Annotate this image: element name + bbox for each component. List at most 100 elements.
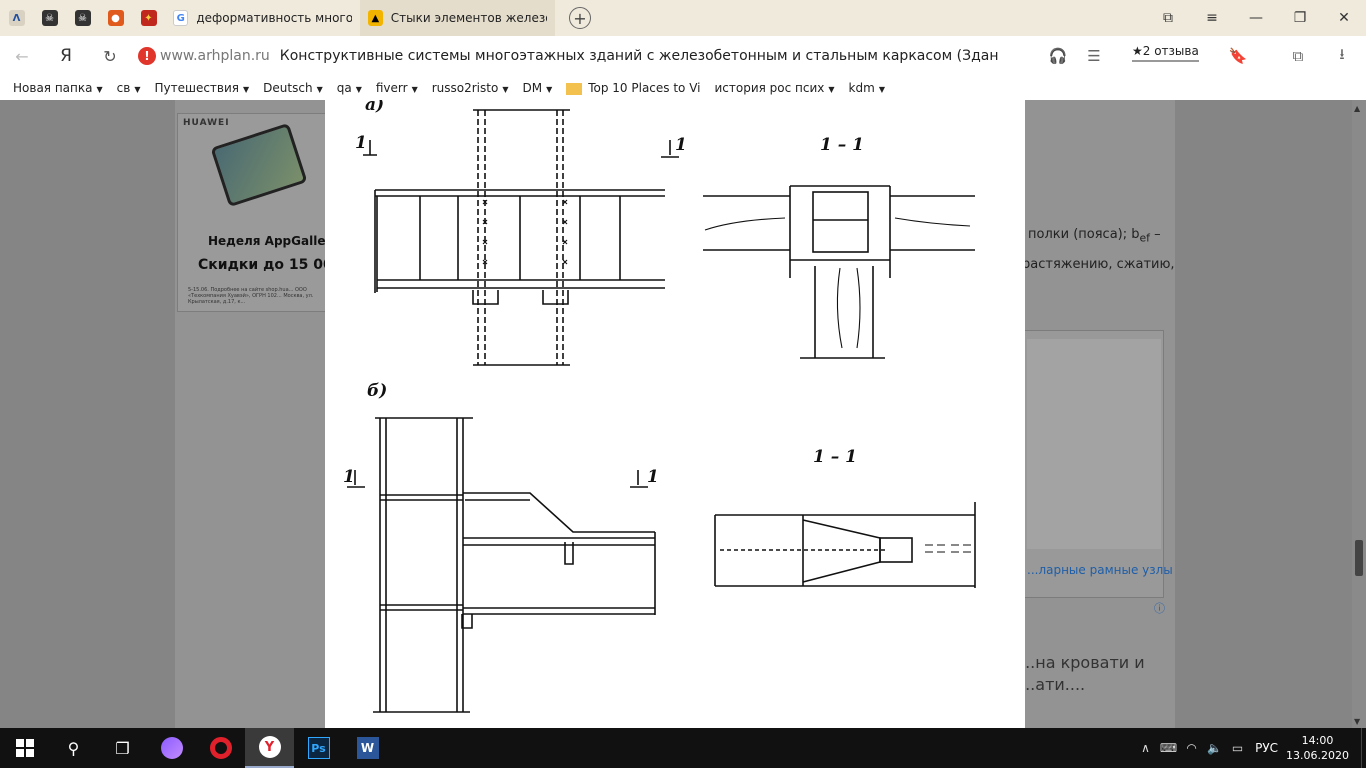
scroll-up-arrow-icon[interactable]: ▲: [1354, 104, 1360, 113]
bookmark-label: Новая папка: [13, 81, 93, 95]
bookmarks-tab-icon[interactable]: ⧉: [1146, 0, 1190, 36]
pinned-tab-4[interactable]: ●: [99, 0, 132, 36]
tab-title: Стыки элементов железоб: [390, 11, 547, 25]
info-icon[interactable]: ⓘ: [1154, 600, 1165, 616]
bookmark-folder-kdm[interactable]: kdm ▼: [844, 81, 890, 95]
opera-icon[interactable]: [196, 728, 245, 768]
reviews-link[interactable]: ★2 отзыва: [1132, 44, 1199, 62]
pinned-tab-3[interactable]: ☠: [66, 0, 99, 36]
cut-mark: 1: [675, 135, 687, 155]
bookmark-label: Путешествия: [154, 81, 240, 95]
url-host[interactable]: www.arhplan.ru: [160, 48, 270, 64]
tablet-image: [210, 122, 308, 208]
page-title[interactable]: Конструктивные системы многоэтажных здан…: [280, 48, 1000, 64]
minimize-button[interactable]: —: [1234, 0, 1278, 36]
bookmark-folder-travel[interactable]: Путешествия ▼: [149, 81, 254, 95]
clock[interactable]: 14:00 13.06.2020: [1286, 733, 1349, 763]
bookmark-folder-qa[interactable]: qa ▼: [332, 81, 367, 95]
scroll-down-arrow-icon[interactable]: ▼: [1354, 717, 1360, 726]
headphones-icon[interactable]: 🎧: [1040, 36, 1076, 76]
tab-title: деформативность многоэ: [196, 11, 352, 25]
bookmark-label: DM: [522, 81, 543, 95]
bookmark-folder-history[interactable]: история рос псих ▼: [709, 81, 839, 95]
section-label: 1 – 1: [813, 447, 857, 467]
bookmark-icon[interactable]: 🔖: [1220, 36, 1256, 76]
cut-mark: 1: [647, 467, 659, 487]
collections-icon[interactable]: ⧉: [1280, 36, 1316, 76]
tab-google-search[interactable]: G деформативность многоэ: [165, 0, 360, 36]
menu-icon[interactable]: ≡: [1190, 0, 1234, 36]
article-text-line: растяжению, сжатию,: [1022, 257, 1175, 272]
section-label: 1 – 1: [820, 135, 864, 155]
close-button[interactable]: ✕: [1322, 0, 1366, 36]
reload-button[interactable]: ↻: [88, 36, 132, 76]
ad-brand: HUAWEI: [183, 118, 230, 128]
back-button[interactable]: ←: [0, 36, 44, 76]
subscript: ef: [1139, 231, 1150, 245]
bookmark-folder-fiverr[interactable]: fiverr ▼: [371, 81, 423, 95]
bookmark-label: история рос псих: [714, 81, 825, 95]
alice-icon[interactable]: [147, 728, 196, 768]
yandex-browser-icon[interactable]: Y: [245, 728, 294, 768]
bookmark-favicon-icon: [566, 82, 583, 95]
bookmark-folder-new[interactable]: Новая папка ▼: [8, 81, 108, 95]
ad-headline: Неделя AppGalle: [208, 234, 326, 248]
task-view-icon[interactable]: ❐: [98, 728, 147, 768]
ad-subheadline: Скидки до 15 00: [198, 257, 327, 273]
related-card[interactable]: ...ларные рамные узлы: [1022, 330, 1173, 598]
clock-date: 13.06.2020: [1286, 749, 1349, 762]
bird-icon: ●: [107, 10, 124, 26]
wifi-icon[interactable]: ◠: [1180, 741, 1203, 755]
text-fragment: полки (пояса); b: [1028, 227, 1140, 242]
system-tray: ∧ ⌨ ◠ 🔈 ▭ РУС 14:00 13.06.2020: [1134, 728, 1366, 768]
clock-time: 14:00: [1301, 734, 1334, 747]
text-line: ...ати....: [1020, 675, 1086, 694]
pinned-tab-1[interactable]: Λ: [0, 0, 33, 36]
thumbnail-image: [1027, 339, 1161, 549]
ad-fineprint: 5-15.06. Подробнее на сайте shop.hua... …: [188, 287, 314, 305]
bookmark-label: russo2risto: [431, 81, 499, 95]
pinned-tab-2[interactable]: ☠: [33, 0, 66, 36]
page-scrollbar[interactable]: ▲ ▼: [1352, 100, 1366, 728]
restore-button[interactable]: ❐: [1278, 0, 1322, 36]
pinned-tab-5[interactable]: ✦: [132, 0, 165, 36]
bookmark-folder-sv[interactable]: св ▼: [112, 81, 146, 95]
show-desktop-button[interactable]: [1361, 728, 1366, 768]
text-fragment: –: [1149, 227, 1161, 242]
bookmark-label: qa: [336, 81, 352, 95]
language-indicator[interactable]: РУС: [1255, 741, 1278, 755]
bookmark-label: св: [116, 81, 131, 95]
scrollbar-thumb[interactable]: [1355, 540, 1363, 576]
volume-icon[interactable]: 🔈: [1203, 741, 1226, 755]
download-icon[interactable]: ⭳: [1324, 36, 1360, 76]
image-viewer[interactable]: а) 1 1 1 – 1 б) 1 1 1 – 1: [325, 100, 1025, 728]
word-icon[interactable]: W: [343, 728, 392, 768]
windows-logo-icon: [15, 739, 34, 757]
joint-drawing: а) 1 1 1 – 1 б) 1 1 1 – 1: [343, 100, 976, 713]
skull-icon: ☠: [41, 10, 58, 26]
yandex-logo-icon[interactable]: Я: [44, 36, 88, 76]
warning-icon[interactable]: !: [138, 47, 156, 65]
related-card-link[interactable]: ...ларные рамные узлы: [1027, 563, 1173, 577]
skull-icon: ☠: [74, 10, 91, 26]
advertisement[interactable]: HUAWEI Неделя AppGalle Скидки до 15 00 5…: [177, 113, 327, 312]
battery-icon[interactable]: ▭: [1226, 741, 1249, 755]
bookmark-label: Deutsch: [263, 81, 313, 95]
bookmark-top10[interactable]: Top 10 Places to Vi: [561, 81, 705, 95]
bookmark-folder-dm[interactable]: DM ▼: [517, 81, 557, 95]
bookmarks-bar: Новая папка ▼ св ▼ Путешествия ▼ Deutsch ▼ q…: [0, 76, 1366, 100]
emblem-icon: ✦: [140, 10, 157, 26]
keyboard-icon[interactable]: ⌨: [1157, 741, 1180, 755]
label-b: б): [367, 381, 387, 401]
new-tab-button[interactable]: +: [569, 7, 591, 29]
tab-images[interactable]: ▲ Стыки элементов железоб: [360, 0, 555, 36]
chevron-up-icon[interactable]: ∧: [1134, 741, 1157, 755]
address-bar: ← Я ↻ ! www.arhplan.ru Конструктивные си…: [0, 36, 1366, 76]
photoshop-icon[interactable]: Ps: [294, 728, 343, 768]
bookmark-folder-russo[interactable]: russo2risto ▼: [427, 81, 514, 95]
text-line: ...на кровати и: [1020, 653, 1145, 672]
windows-start-icon[interactable]: [0, 728, 49, 768]
bookmark-folder-deutsch[interactable]: Deutsch ▼: [258, 81, 328, 95]
search-icon[interactable]: ⚲: [49, 728, 98, 768]
reader-icon[interactable]: ☰: [1076, 36, 1112, 76]
